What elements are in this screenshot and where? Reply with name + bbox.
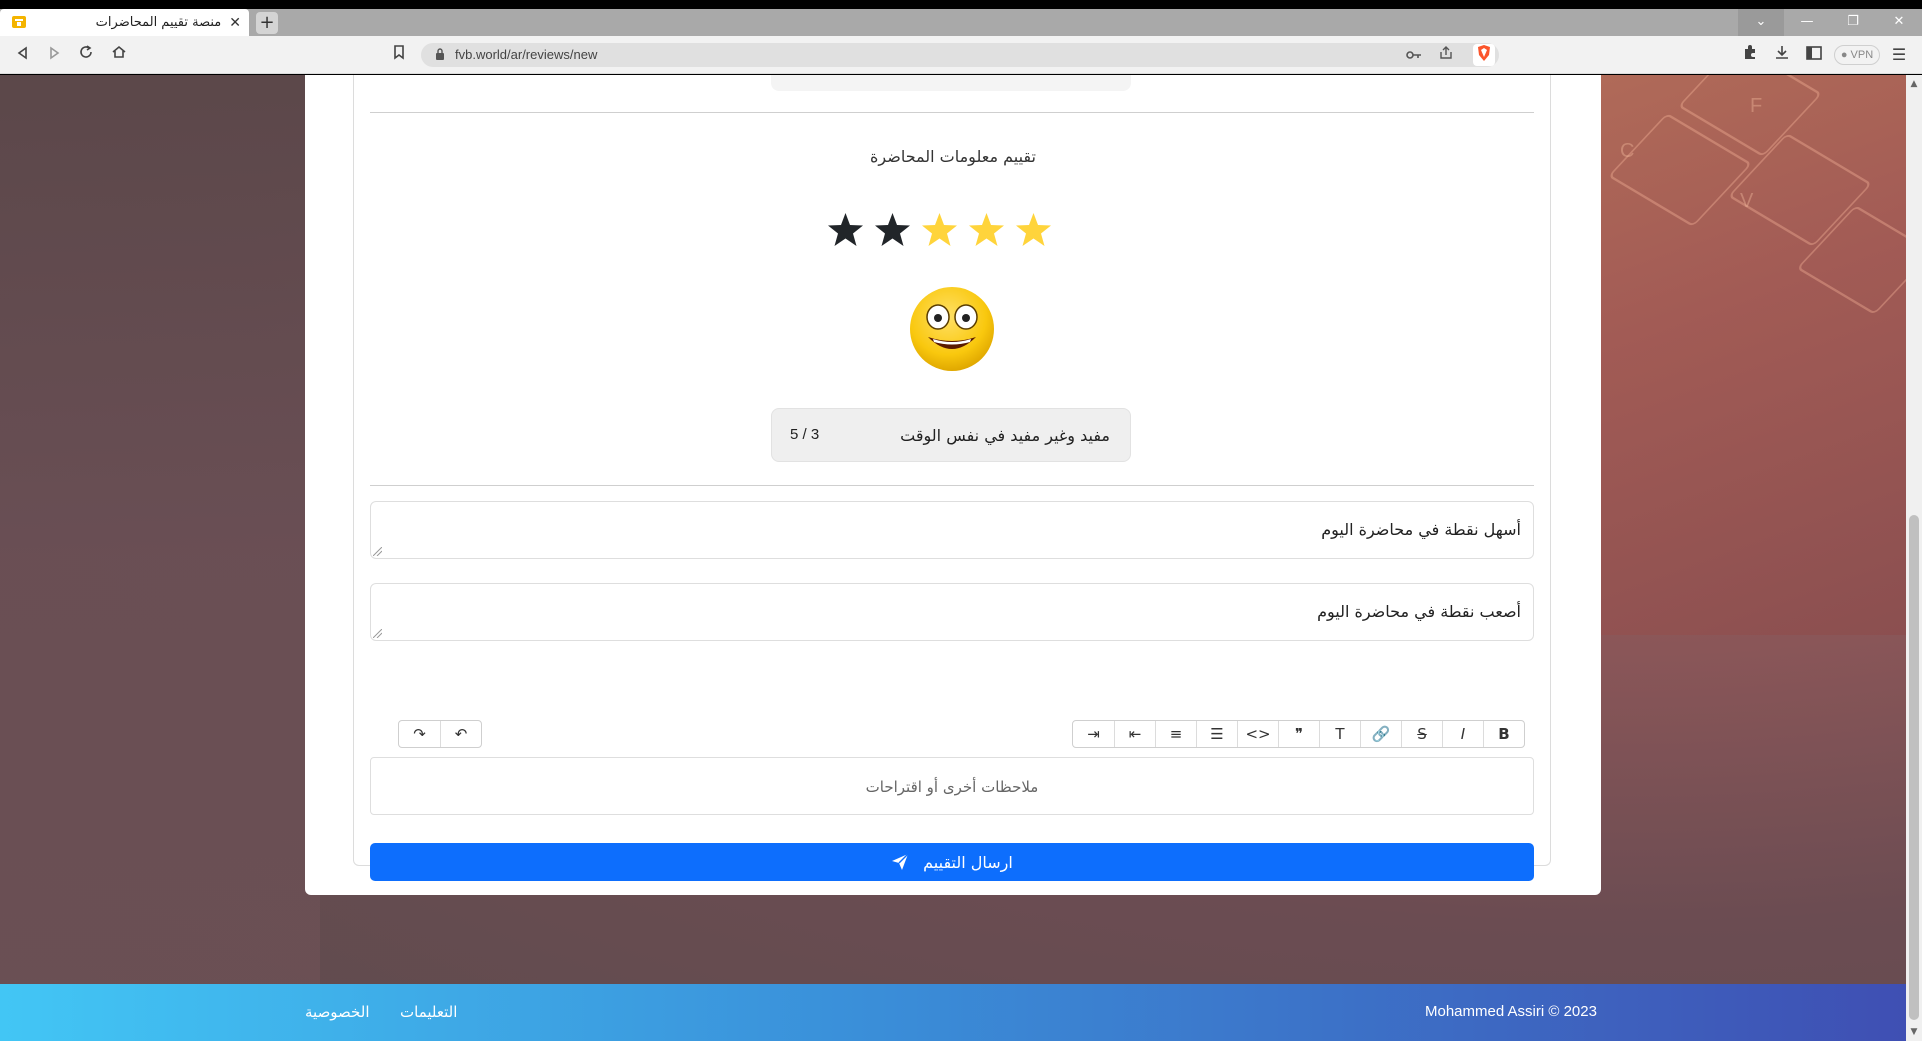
scroll-down-icon[interactable]: ▼ [1908,1026,1920,1038]
heading-icon[interactable]: T [1319,721,1360,747]
address-bar[interactable]: fvb.world/ar/reviews/new [421,43,1499,67]
background-keyboard: F C V [1600,75,1906,635]
download-icon[interactable] [1771,44,1793,66]
hardest-point-input[interactable]: أصعب نقطة في محاضرة اليوم [370,583,1534,641]
privacy-link[interactable]: الخصوصية [305,1003,369,1021]
lock-icon [436,48,444,60]
resize-handle-icon[interactable] [373,547,382,556]
rating-score: 3 / 5 [790,426,820,443]
back-icon[interactable] [12,44,34,66]
star-empty-icon[interactable] [869,207,916,251]
indent-icon[interactable]: ⇥ [1073,721,1114,747]
minimize-icon[interactable]: — [1784,9,1830,36]
scrollbar-thumb[interactable] [1909,515,1919,1020]
easiest-point-placeholder: أسهل نقطة في محاضرة اليوم [1321,520,1521,539]
editor-format-toolbar: B I S 🔗 T ❞ <> ☰ ≡ ⇤ ⇥ [1072,720,1525,748]
browser-toolbar: fvb.world/ar/reviews/new ● VPN ☰ [0,36,1922,74]
smiley-face-icon [910,287,994,371]
notes-editor[interactable]: ملاحظات أخرى أو اقتراحات [370,757,1534,815]
star-rating[interactable] [822,207,1102,251]
key-letter-icon: C [1620,140,1635,162]
undo-icon[interactable]: ↶ [440,721,481,747]
rating-summary: مفيد وغير مفيد في نفس الوقت 3 / 5 [771,408,1131,462]
star-empty-icon[interactable] [822,207,869,251]
tab-title: منصة تقييم المحاضرات [95,15,222,30]
easiest-point-input[interactable]: أسهل نقطة في محاضرة اليوم [370,501,1534,559]
italic-icon[interactable]: I [1442,721,1483,747]
bold-icon[interactable]: B [1483,721,1524,747]
background-left [0,75,320,1041]
page-viewport: F C V تقييم معلومات المحاضرة مفيد وغير م… [0,75,1906,1041]
key-letter-icon: V [1740,190,1754,212]
review-card: تقييم معلومات المحاضرة مفيد وغير مفيد في… [305,75,1601,895]
brave-shield-icon[interactable] [1473,44,1495,66]
extensions-icon[interactable] [1739,44,1761,66]
close-window-icon[interactable]: ✕ [1876,9,1922,36]
submit-review-button[interactable]: ارسال التقييم [370,843,1534,881]
tab-strip: ✕ منصة تقييم المحاضرات + ⌄ — ❐ ✕ [0,9,1922,36]
divider [370,112,1534,113]
new-tab-button[interactable]: + [256,12,278,34]
numbered-list-icon[interactable]: ≡ [1155,721,1196,747]
star-filled-icon[interactable] [963,207,1010,251]
rating-label: مفيد وغير مفيد في نفس الوقت [900,426,1110,445]
scroll-up-icon[interactable]: ▲ [1908,78,1920,90]
site-favicon-icon [12,16,26,28]
forward-icon[interactable] [43,44,65,66]
menu-icon[interactable]: ☰ [1888,44,1910,66]
copyright-text: Mohammed Assiri © 2023 [1425,1003,1597,1020]
resize-handle-icon[interactable] [373,629,382,638]
vpn-button[interactable]: ● VPN [1834,45,1880,65]
previous-rating-box [771,75,1131,91]
link-icon[interactable]: 🔗 [1360,721,1401,747]
reload-icon[interactable] [75,44,97,66]
bookmark-icon[interactable] [388,44,410,66]
site-footer: الخصوصية التعليمات Mohammed Assiri © 202… [0,984,1906,1041]
home-icon[interactable] [108,44,130,66]
tab-close-icon[interactable]: ✕ [229,15,241,31]
tab-search-icon[interactable]: ⌄ [1738,9,1784,36]
vpn-label: VPN [1850,49,1874,61]
star-filled-icon[interactable] [1010,207,1057,251]
divider [370,485,1534,486]
instructions-link[interactable]: التعليمات [400,1003,457,1021]
redo-icon[interactable]: ↷ [399,721,440,747]
editor-history-toolbar: ↶ ↷ [398,720,482,748]
review-form: تقييم معلومات المحاضرة مفيد وغير مفيد في… [353,75,1551,881]
key-icon[interactable] [1403,44,1425,66]
bullet-list-icon[interactable]: ☰ [1196,721,1237,747]
hardest-point-placeholder: أصعب نقطة في محاضرة اليوم [1317,602,1521,621]
sidebar-icon[interactable] [1803,44,1825,66]
url-text: fvb.world/ar/reviews/new [455,47,598,62]
browser-window: ✕ منصة تقييم المحاضرات + ⌄ — ❐ ✕ fvb.wor… [0,0,1922,1041]
section-title: تقييم معلومات المحاضرة [870,147,1036,166]
notes-placeholder: ملاحظات أخرى أو اقتراحات [865,778,1039,796]
tab-active[interactable]: ✕ منصة تقييم المحاضرات [0,9,249,36]
send-icon [892,853,909,870]
quote-icon[interactable]: ❞ [1278,721,1319,747]
submit-label: ارسال التقييم [923,852,1013,872]
star-filled-icon[interactable] [916,207,963,251]
restore-icon[interactable]: ❐ [1830,9,1876,36]
code-icon[interactable]: <> [1237,721,1278,747]
outdent-icon[interactable]: ⇤ [1114,721,1155,747]
key-letter-icon: F [1750,95,1763,117]
strikethrough-icon[interactable]: S [1401,721,1442,747]
share-icon[interactable] [1435,44,1457,66]
